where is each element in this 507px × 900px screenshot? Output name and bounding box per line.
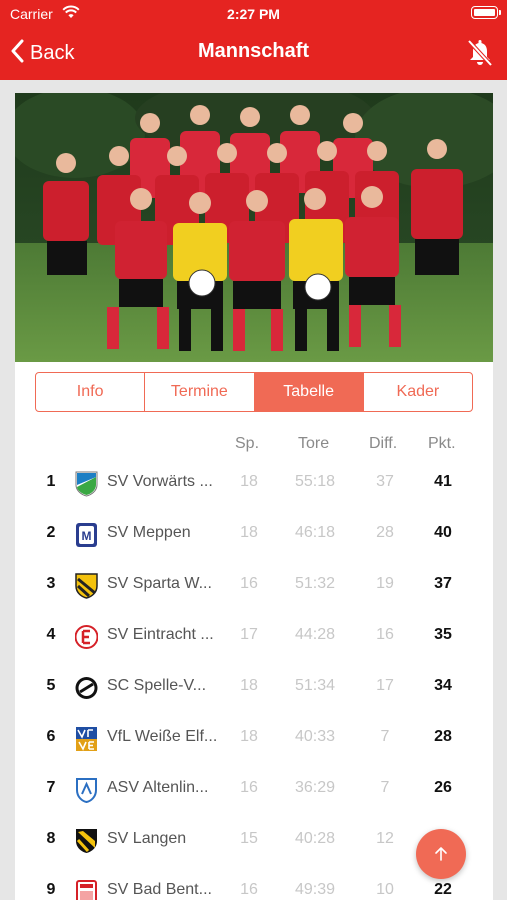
goals: 40:33 xyxy=(294,728,336,745)
games-played: 17 xyxy=(240,626,258,643)
battery-icon xyxy=(471,6,501,19)
goals: 55:18 xyxy=(294,473,336,490)
goals: 49:39 xyxy=(294,881,336,898)
goal-difference: 16 xyxy=(376,626,394,643)
table-row[interactable]: 5 SC Spelle-V... 18 51:34 17 34 xyxy=(15,662,493,713)
rank: 8 xyxy=(46,830,56,847)
goals: 51:34 xyxy=(294,677,336,694)
goals: 46:18 xyxy=(294,524,336,541)
goal-difference: 7 xyxy=(380,779,390,796)
vfl-weisse-elf-crest-icon xyxy=(75,726,98,752)
sc-spelle-crest-icon xyxy=(75,675,98,701)
rank: 1 xyxy=(46,473,56,490)
section-tabs: Info Termine Tabelle Kader xyxy=(35,372,473,412)
rank: 6 xyxy=(46,728,56,745)
games-played: 15 xyxy=(240,830,258,847)
goal-difference: 7 xyxy=(380,728,390,745)
column-header-sp: Sp. xyxy=(235,435,260,452)
goal-difference: 12 xyxy=(376,830,394,847)
goals: 51:32 xyxy=(294,575,336,592)
arrow-up-icon xyxy=(435,847,447,861)
navigation-bar: Back Mannschaft xyxy=(0,28,507,80)
page-title: Mannschaft xyxy=(197,40,310,62)
games-played: 16 xyxy=(240,575,258,592)
table-row[interactable]: 7 ASV Altenlin... 16 36:29 7 26 xyxy=(15,764,493,815)
games-played: 18 xyxy=(240,473,258,490)
points: 37 xyxy=(434,575,452,592)
rank: 2 xyxy=(46,524,56,541)
goal-difference: 19 xyxy=(376,575,394,592)
games-played: 18 xyxy=(240,677,258,694)
status-bar: Carrier 2:27 PM xyxy=(0,0,507,28)
rank: 4 xyxy=(46,626,56,643)
goal-difference: 28 xyxy=(376,524,394,541)
team-card: Info Termine Tabelle Kader Sp. Tore Diff… xyxy=(15,93,493,900)
table-row[interactable]: 2 M SV Meppen 18 46:18 28 40 xyxy=(15,509,493,560)
sv-meppen-crest-icon: M xyxy=(75,522,98,548)
bell-off-icon xyxy=(467,39,493,67)
clock: 2:27 PM xyxy=(227,6,280,22)
tab-termine[interactable]: Termine xyxy=(144,373,253,411)
sv-sparta-crest-icon xyxy=(75,573,98,599)
goals: 44:28 xyxy=(294,626,336,643)
sv-vorwaerts-crest-icon xyxy=(75,471,98,497)
scroll-to-top-button[interactable] xyxy=(416,829,466,879)
rank: 5 xyxy=(46,677,56,694)
tab-info[interactable]: Info xyxy=(36,373,144,411)
table-row[interactable]: 1 SV Vorwärts ... 18 55:18 37 41 xyxy=(15,458,493,509)
sv-bad-bentheim-crest-icon xyxy=(75,879,98,900)
team-name: ASV Altenlin... xyxy=(107,779,209,796)
rank: 7 xyxy=(46,779,56,796)
table-row[interactable]: 6 VfL Weiße Elf... 18 40:33 7 28 xyxy=(15,713,493,764)
team-name: SV Langen xyxy=(107,830,187,847)
games-played: 18 xyxy=(240,524,258,541)
svg-text:M: M xyxy=(82,529,92,543)
games-played: 18 xyxy=(240,728,258,745)
table-header: Sp. Tore Diff. Pkt. xyxy=(15,435,493,457)
notifications-toggle[interactable] xyxy=(465,38,495,68)
games-played: 16 xyxy=(240,779,258,796)
table-row[interactable]: 4 SV Eintracht ... 17 44:28 16 35 xyxy=(15,611,493,662)
team-name: SV Eintracht ... xyxy=(107,626,214,643)
goal-difference: 17 xyxy=(376,677,394,694)
column-header-pkt: Pkt. xyxy=(428,435,456,452)
points: 28 xyxy=(434,728,452,745)
column-header-tore: Tore xyxy=(298,435,330,452)
tab-kader[interactable]: Kader xyxy=(362,373,472,411)
goals: 40:28 xyxy=(294,830,336,847)
sv-langen-crest-icon xyxy=(75,828,98,854)
team-name: SV Meppen xyxy=(107,524,191,541)
points: 40 xyxy=(434,524,452,541)
goals: 36:29 xyxy=(294,779,336,796)
points: 41 xyxy=(434,473,452,490)
tab-tabelle[interactable]: Tabelle xyxy=(253,373,363,411)
column-header-diff: Diff. xyxy=(369,435,398,452)
points: 26 xyxy=(434,779,452,796)
asv-altenlingen-crest-icon xyxy=(75,777,98,804)
team-name: SV Sparta W... xyxy=(107,575,212,592)
team-name: VfL Weiße Elf... xyxy=(107,728,218,745)
sv-eintracht-crest-icon xyxy=(74,624,99,650)
games-played: 16 xyxy=(240,881,258,898)
team-name: SV Bad Bent... xyxy=(107,881,212,898)
goal-difference: 37 xyxy=(376,473,394,490)
points: 35 xyxy=(434,626,452,643)
team-name: SC Spelle-V... xyxy=(107,677,207,694)
table-row[interactable]: 3 SV Sparta W... 16 51:32 19 37 xyxy=(15,560,493,611)
team-photo xyxy=(15,93,493,362)
rank: 3 xyxy=(46,575,56,592)
points: 22 xyxy=(434,881,452,898)
points: 34 xyxy=(434,677,452,694)
team-name: SV Vorwärts ... xyxy=(107,473,213,490)
goal-difference: 10 xyxy=(376,881,394,898)
rank: 9 xyxy=(46,881,56,898)
